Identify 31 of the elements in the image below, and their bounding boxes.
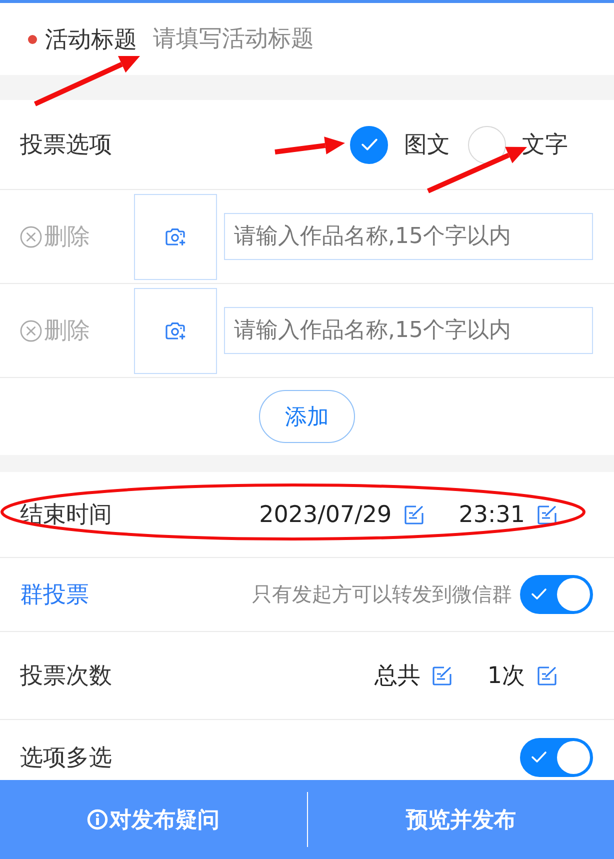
- camera-icon: [165, 228, 186, 246]
- name-input[interactable]: 请输入作品名称,15个字以内: [224, 213, 593, 260]
- close-circle-icon: [20, 320, 42, 342]
- check-icon: [531, 750, 547, 762]
- edit-icon[interactable]: [432, 666, 452, 686]
- name-input[interactable]: 请输入作品名称,15个字以内: [224, 307, 593, 354]
- radio-button[interactable]: [350, 126, 388, 164]
- field-label: 投票次数: [20, 662, 112, 691]
- field-label[interactable]: 群投票: [20, 579, 89, 610]
- toggle-switch[interactable]: [520, 575, 593, 614]
- info-icon: [87, 809, 108, 830]
- date-value[interactable]: 2023/07/29: [259, 502, 392, 528]
- edit-icon[interactable]: [404, 504, 424, 524]
- count-value[interactable]: 1次: [487, 660, 525, 691]
- toggle-switch[interactable]: [520, 738, 593, 776]
- annotation-arrow: [274, 136, 345, 154]
- scope-value[interactable]: 总共: [374, 660, 420, 691]
- hint-text: 只有发起方可以转发到微信群: [252, 581, 512, 608]
- check-icon: [531, 588, 547, 600]
- check-icon: [360, 138, 378, 151]
- field-label: 活动标题: [45, 26, 137, 54]
- close-circle-icon: [20, 226, 42, 248]
- time-value[interactable]: 23:31: [458, 502, 525, 528]
- add-button[interactable]: 添加: [259, 390, 355, 443]
- edit-icon[interactable]: [537, 504, 557, 524]
- edit-icon[interactable]: [537, 666, 557, 686]
- camera-icon: [165, 322, 186, 340]
- radio-label[interactable]: 文字: [522, 129, 568, 160]
- radio-label[interactable]: 图文: [404, 129, 450, 160]
- field-label: 投票选项: [20, 131, 112, 160]
- field-label: 选项多选: [20, 744, 112, 772]
